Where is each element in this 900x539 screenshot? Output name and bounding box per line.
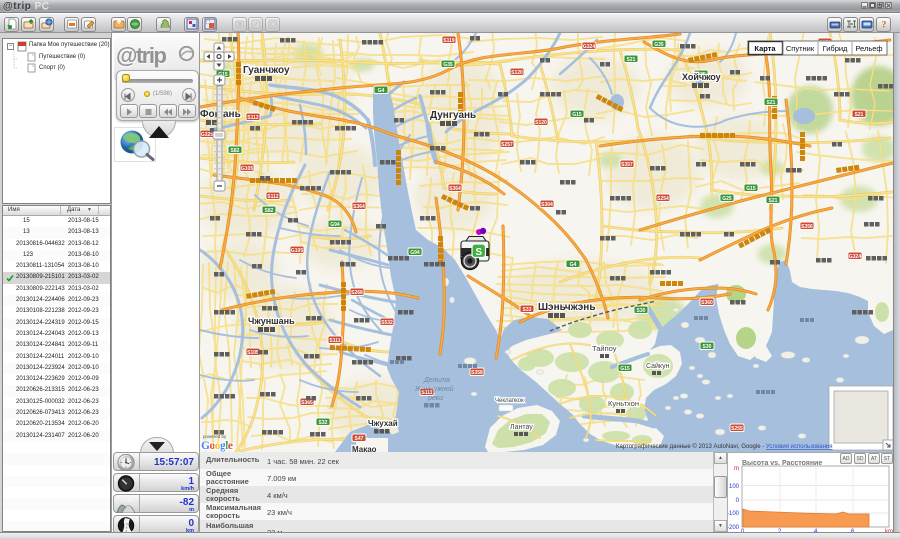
svg-text:G94: G94 <box>330 222 340 228</box>
svg-text:G15: G15 <box>746 186 756 192</box>
svg-text:S32: S32 <box>319 420 328 426</box>
svg-text:S304: S304 <box>541 202 553 208</box>
svg-text:S: S <box>475 247 482 258</box>
svg-text:S30: S30 <box>637 308 646 314</box>
svg-text:G35: G35 <box>443 62 453 68</box>
svg-text:Чжухай: Чжухай <box>368 419 398 428</box>
svg-text:Гуанчжоу: Гуанчжоу <box>243 65 290 76</box>
svg-text:m: m <box>734 466 739 472</box>
svg-text:S112: S112 <box>267 194 279 200</box>
svg-text:S47: S47 <box>355 436 364 442</box>
svg-text:S257: S257 <box>501 142 513 148</box>
svg-text:G15: G15 <box>620 366 630 372</box>
svg-text:S358: S358 <box>471 370 483 376</box>
svg-text:S255: S255 <box>731 426 743 432</box>
svg-text:Чжуншань: Чжуншань <box>248 316 295 326</box>
svg-text:S21: S21 <box>627 57 636 63</box>
svg-text:Макао: Макао <box>352 445 377 452</box>
svg-text:G94: G94 <box>410 250 420 256</box>
svg-text:-100: -100 <box>728 511 740 517</box>
svg-text:S120: S120 <box>511 70 523 76</box>
svg-text:Карта: Карта <box>754 44 776 53</box>
svg-text:Тайпоу: Тайпоу <box>592 344 617 353</box>
svg-text:G4: G4 <box>378 88 385 94</box>
svg-text:Google: Google <box>201 440 233 452</box>
svg-text:S21: S21 <box>855 112 864 118</box>
svg-text:powered by: powered by <box>203 434 227 439</box>
svg-text:S105: S105 <box>247 350 259 356</box>
svg-text:Дунгуань: Дунгуань <box>430 110 476 121</box>
svg-text:реки: реки <box>427 395 443 402</box>
svg-text:Картографические данные © 2013: Картографические данные © 2013 AutoNavi,… <box>616 443 833 450</box>
svg-text:Лантау: Лантау <box>510 424 533 431</box>
svg-text:G105: G105 <box>241 166 253 172</box>
svg-text:Куньтхон: Куньтхон <box>608 399 639 408</box>
svg-text:S82: S82 <box>231 148 240 154</box>
svg-text:S21: S21 <box>769 198 778 204</box>
svg-text:?: ? <box>881 20 886 30</box>
svg-text:-200: -200 <box>728 525 740 531</box>
svg-text:Хойчжоу: Хойчжоу <box>682 72 721 82</box>
svg-text:S111: S111 <box>329 338 340 344</box>
svg-text:100: 100 <box>729 484 740 490</box>
svg-text:Дельта: Дельта <box>423 377 450 384</box>
svg-text:Шэньчжэнь: Шэньчжэнь <box>538 302 596 313</box>
svg-text:S364: S364 <box>449 186 461 192</box>
svg-text:S82: S82 <box>265 208 274 214</box>
svg-text:S33: S33 <box>523 307 532 313</box>
svg-text:G105: G105 <box>291 248 303 254</box>
svg-text:S532: S532 <box>381 320 393 326</box>
svg-text:S120: S120 <box>535 120 547 126</box>
svg-text:Рельеф: Рельеф <box>855 44 882 53</box>
svg-text:S356: S356 <box>801 224 813 230</box>
svg-text:Сайкун: Сайкун <box>646 362 670 370</box>
svg-text:G325: G325 <box>201 132 213 138</box>
svg-text:S268: S268 <box>351 290 363 296</box>
svg-text:S364: S364 <box>353 204 365 210</box>
svg-text:G25: G25 <box>722 196 732 202</box>
svg-text:S357: S357 <box>621 162 633 168</box>
svg-text:G4: G4 <box>570 262 577 268</box>
svg-text:Гибрид: Гибрид <box>823 44 848 53</box>
svg-text:Спутник: Спутник <box>786 44 815 53</box>
svg-text:S119: S119 <box>443 38 455 44</box>
svg-text:Жемчужной: Жемчужной <box>414 385 454 393</box>
svg-text:S30: S30 <box>703 344 712 350</box>
svg-text:Чеклапкок: Чеклапкок <box>495 398 524 404</box>
svg-text:G324: G324 <box>583 44 595 50</box>
svg-text:S254: S254 <box>657 196 669 202</box>
svg-text:S112: S112 <box>247 115 259 121</box>
svg-text:S21: S21 <box>767 100 776 106</box>
svg-text:G15: G15 <box>572 112 582 118</box>
svg-text:G35: G35 <box>654 42 664 48</box>
svg-text:G324: G324 <box>849 254 861 260</box>
svg-text:S365: S365 <box>301 400 313 406</box>
svg-text:S360: S360 <box>701 300 713 306</box>
